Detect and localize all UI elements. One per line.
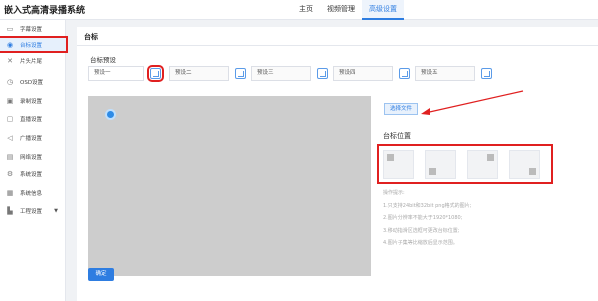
live-icon: ▢ (6, 114, 14, 123)
sidebar-item-label: 系统设置 (20, 171, 43, 178)
sidebar-item-label: 广播设置 (20, 135, 43, 142)
sidebar-item-intro-outro[interactable]: ✕ 片头片尾 (0, 54, 66, 67)
preset-2: 预设二 (169, 66, 246, 81)
tip-line: 2.图片分辨率不能大于1920*1080; (383, 215, 463, 221)
sidebar-item-label: 台标设置 (20, 42, 43, 49)
preset-5: 预设五 (415, 66, 492, 81)
logo-icon: ◉ (6, 40, 14, 49)
sidebar-item-label: 网络设置 (20, 154, 43, 161)
sidebar-item-live[interactable]: ▢ 直播设置 (0, 112, 66, 125)
broadcast-icon: ◁ (7, 133, 13, 142)
caret-down-icon: ▼ (54, 207, 58, 214)
logo-icon[interactable] (105, 109, 116, 120)
sidebar-item-record[interactable]: ▣ 录制设置 (0, 94, 66, 107)
position-label: 台标位置 (383, 132, 411, 140)
sidebar-item-osd[interactable]: ◷ OSD设置 (0, 75, 66, 88)
pan-tilt-icon: ✕ (7, 56, 13, 65)
preset-field[interactable]: 预设一 (88, 66, 144, 81)
position-selector (377, 144, 553, 184)
sidebar-item-system-info[interactable]: ▦ 系统信息 (0, 186, 66, 199)
edit-icon[interactable] (235, 68, 246, 79)
preset-3: 预设三 (251, 66, 328, 81)
preset-4: 预设四 (333, 66, 410, 81)
sidebar-item-system-settings[interactable]: ⚙ 系统设置 (0, 167, 66, 180)
preset-field[interactable]: 预设三 (251, 66, 311, 81)
osd-icon: ◷ (6, 77, 14, 86)
arrow-annotation-icon (421, 90, 524, 115)
preset-field[interactable]: 预设四 (333, 66, 393, 81)
main-content: 台标 台标预设 预设一 预设二 预设三 预设四 预设五 选择文件 台标位置 操作… (77, 27, 598, 301)
tools-icon: ▙ (7, 206, 13, 215)
network-icon: ▤ (6, 152, 14, 161)
nav-video-management[interactable]: 视频管理 (320, 0, 362, 20)
nav-home[interactable]: 主页 (292, 0, 320, 20)
info-icon: ▦ (6, 188, 14, 197)
confirm-button[interactable]: 确定 (88, 268, 114, 281)
sidebar-item-label: OSD设置 (20, 79, 44, 86)
record-icon: ▣ (6, 96, 14, 105)
preset-field[interactable]: 预设五 (415, 66, 475, 81)
app-title: 嵌入式高清录播系统 (4, 6, 86, 16)
preset-label: 台标预设 (90, 56, 116, 64)
edit-icon[interactable] (399, 68, 410, 79)
position-bottom-left[interactable] (425, 150, 456, 179)
edit-icon[interactable] (317, 68, 328, 79)
sidebar-item-logo-settings[interactable]: ◉ 台标设置 (0, 36, 68, 53)
edit-icon[interactable] (147, 65, 164, 82)
nav-advanced-settings[interactable]: 高级设置 (362, 0, 404, 20)
choose-file-button[interactable]: 选择文件 (384, 103, 418, 115)
position-top-left[interactable] (383, 150, 414, 179)
edit-icon[interactable] (481, 68, 492, 79)
sidebar: ▭ 字幕设置 ◉ 台标设置 ✕ 片头片尾 ◷ OSD设置 ▣ 录制设置 ▢ 直播设置 ◁ 广播… (0, 20, 68, 301)
top-bar: 嵌入式高清录播系统 主页 视频管理 高级设置 (0, 0, 598, 20)
sidebar-item-engineering[interactable]: ▙ 工程设置 ▼ (0, 204, 66, 217)
sidebar-item-label: 系统信息 (20, 190, 43, 197)
divider (77, 45, 598, 46)
sidebar-item-label: 字幕设置 (20, 26, 43, 33)
operation-tips: 操作提示: 1.只支持24bit和32bit png格式的图片; 2.图片分辨率… (383, 187, 471, 250)
position-top-right[interactable] (467, 150, 498, 179)
tip-line: 操作提示: (383, 190, 405, 196)
video-preview (88, 96, 371, 276)
sidebar-item-label: 直播设置 (20, 116, 43, 123)
tip-line: 1.只支持24bit和32bit png格式的图片; (383, 202, 472, 209)
system-icon: ⚙ (6, 169, 14, 178)
position-bottom-right[interactable] (509, 150, 540, 179)
preset-1: 预设一 (88, 65, 164, 82)
sidebar-item-subtitle[interactable]: ▭ 字幕设置 (0, 22, 66, 35)
monitor-icon: ▭ (6, 24, 14, 33)
top-nav: 主页 视频管理 高级设置 (292, 0, 404, 20)
sidebar-item-network[interactable]: ▤ 网络设置 (0, 150, 66, 163)
sidebar-item-broadcast[interactable]: ◁ 广播设置 (0, 131, 66, 144)
sidebar-item-label: 录制设置 (20, 98, 43, 105)
sidebar-item-label: 片头片尾 (20, 58, 43, 65)
tip-line: 3.移动指滑区选框可更改台标位置; (383, 227, 460, 234)
tip-line: 4.图片子集等比缩放后显示范围。 (383, 240, 458, 246)
sidebar-item-label: 工程设置 (20, 208, 43, 215)
page-title: 台标 (84, 33, 98, 41)
preset-field[interactable]: 预设二 (169, 66, 229, 81)
